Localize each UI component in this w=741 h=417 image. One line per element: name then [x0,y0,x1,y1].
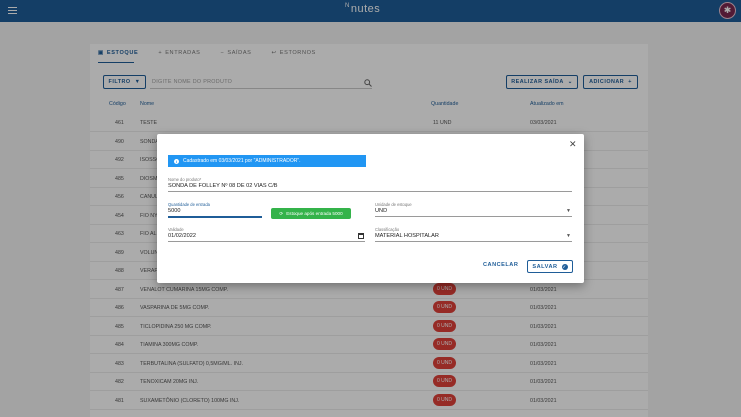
info-icon: i [174,158,179,164]
dropdown-arrow-icon: ▼ [566,233,571,239]
stock-after-entry-button[interactable]: ⟳ Estoque após entrada 5000 [271,208,351,219]
stock-icon: ⟳ [279,210,284,216]
info-banner: i Cadastrado em 03/03/2021 por "ADMINISTR… [168,155,366,167]
save-button[interactable]: SALVAR ✓ [527,260,573,273]
check-icon: ✓ [561,263,568,270]
cancel-button[interactable]: CANCELAR [483,262,518,268]
calendar-icon[interactable] [358,233,364,239]
close-icon[interactable]: ✕ [569,139,577,150]
dropdown-arrow-icon: ▼ [566,208,571,214]
edit-entry-dialog: ✕ i Cadastrado em 03/03/2021 por "ADMINIS… [157,134,584,283]
